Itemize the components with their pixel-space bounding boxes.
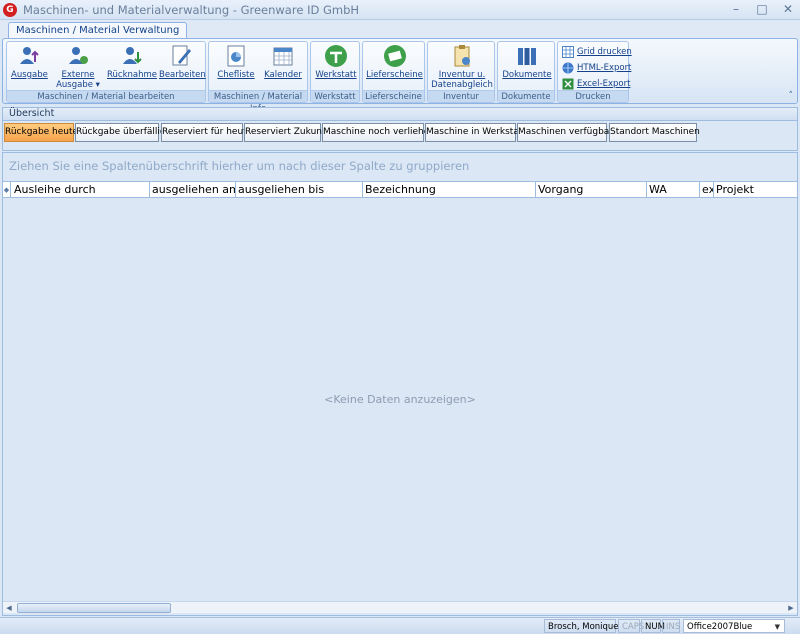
chefliste-label: Chefliste xyxy=(217,70,255,80)
externe-label: Externe xyxy=(61,70,95,80)
column-vorgang[interactable]: Vorgang xyxy=(536,182,647,198)
grid-print-icon xyxy=(562,46,574,58)
ruecknahme-button[interactable]: Rücknahme xyxy=(107,44,157,80)
group-by-panel[interactable]: Ziehen Sie eine Spaltenüberschrift hierh… xyxy=(9,159,469,173)
overview-quick-buttons: Rückgabe heute Rückgabe überfällig Reser… xyxy=(2,121,798,151)
rueckgabe-ueberfaellig-button[interactable]: Rückgabe überfällig xyxy=(75,123,166,142)
ribbon: Ausgabe Externe Ausgabe ▾ Rücknahme Bear… xyxy=(2,38,798,114)
group-dokumente: Dokumente Dokumente xyxy=(497,41,555,103)
person-external-icon xyxy=(69,47,88,64)
standort-maschinen-button[interactable]: Standort Maschinen xyxy=(609,123,700,142)
inventur-label-1: Inventur u. xyxy=(438,70,486,80)
group-bearbeiten: Ausgabe Externe Ausgabe ▾ Rücknahme Bear… xyxy=(6,41,206,103)
lieferscheine-button[interactable]: Lieferscheine xyxy=(366,44,423,80)
app-logo-icon[interactable]: G xyxy=(3,2,17,17)
delivery-note-icon xyxy=(383,45,406,67)
html-export-button[interactable]: HTML-Export xyxy=(562,60,631,76)
reserviert-zukunft-button[interactable]: Reserviert Zukunft xyxy=(244,123,329,142)
ribbon-collapse-icon[interactable]: ˄ xyxy=(789,91,794,101)
person-ruecknahme-icon xyxy=(123,47,142,64)
html-export-label: HTML-Export xyxy=(577,63,632,73)
status-ins: INS xyxy=(662,619,680,633)
calendar-icon xyxy=(273,47,293,66)
externe-ausgabe-button[interactable]: Externe Ausgabe ▾ xyxy=(55,44,101,90)
column-projekt[interactable]: Projekt xyxy=(714,182,797,198)
minimize-button[interactable]: – xyxy=(728,2,744,17)
maschinen-verfuegbar-button[interactable]: Maschinen verfügbar xyxy=(517,123,613,142)
group-inventur: Inventur u. Datenabgleich Inventur xyxy=(427,41,495,103)
kalender-label: Kalender xyxy=(264,70,302,80)
inventur-label-2: Datenabgleich xyxy=(431,80,493,90)
inventory-clipboard-icon xyxy=(454,45,470,67)
column-wa[interactable]: WA xyxy=(647,182,700,198)
close-button[interactable]: ✕ xyxy=(780,2,796,17)
horizontal-scrollbar[interactable]: ◀ ▶ xyxy=(3,601,797,613)
werkstatt-label: Werkstatt xyxy=(315,70,357,80)
maximize-button[interactable]: □ xyxy=(754,2,770,17)
scrollbar-thumb[interactable] xyxy=(17,603,171,613)
ausgabe-label: Ausgabe xyxy=(11,70,48,80)
scroll-right-icon[interactable]: ▶ xyxy=(785,602,797,614)
bearbeiten-label: Bearbeiten xyxy=(159,70,206,80)
group-info: Chefliste Kalender Maschinen / Material … xyxy=(208,41,308,114)
status-user: Brosch, Monique xyxy=(544,619,619,633)
excel-export-icon xyxy=(562,78,574,90)
reserviert-heute-button[interactable]: Reserviert für heute xyxy=(161,123,252,142)
tab-maschinen-material[interactable]: Maschinen / Material Verwaltung xyxy=(8,22,188,39)
rueckgabe-heute-button[interactable]: Rückgabe heute xyxy=(4,123,78,142)
status-caps: CAPS xyxy=(618,619,644,633)
data-grid: Ziehen Sie eine Spaltenüberschrift hierh… xyxy=(2,152,798,616)
scroll-left-icon[interactable]: ◀ xyxy=(3,602,15,614)
maschine-verliehen-button[interactable]: Maschine noch verliehen xyxy=(322,123,435,142)
group-lieferscheine-label: Lieferscheine xyxy=(363,90,424,102)
group-werkstatt-label: Werkstatt xyxy=(311,90,359,102)
status-num: NUM xyxy=(641,619,665,633)
ruecknahme-label: Rücknahme xyxy=(107,70,157,80)
column-ausgeliehen-bis[interactable]: ausgeliehen bis xyxy=(236,182,363,198)
excel-export-label: Excel-Export xyxy=(577,79,631,89)
column-bezeichnung[interactable]: Bezeichnung xyxy=(363,182,536,198)
grid-drucken-button[interactable]: Grid drucken xyxy=(562,44,632,60)
row-indicator-icon: ◆ xyxy=(3,182,11,198)
group-drucken-label: Drucken xyxy=(558,90,628,102)
group-bearbeiten-label: Maschinen / Material bearbeiten xyxy=(7,90,205,102)
ribbon-tab-strip: Maschinen / Material Verwaltung xyxy=(0,20,800,39)
tools-icon xyxy=(325,45,347,67)
column-ausgeliehen-am[interactable]: ausgeliehen am xyxy=(150,182,236,198)
externe-ausgabe-label: Ausgabe ▾ xyxy=(56,80,100,90)
dokumente-button[interactable]: Dokumente xyxy=(501,44,553,80)
html-export-icon xyxy=(562,62,574,74)
grid-header-row: ◆ Ausleihe durch ausgeliehen am ausgelie… xyxy=(3,181,797,198)
lieferscheine-label: Lieferscheine xyxy=(366,70,423,80)
group-lieferscheine: Lieferscheine Lieferscheine xyxy=(362,41,425,103)
edit-document-icon xyxy=(172,45,191,66)
column-ex[interactable]: ex xyxy=(700,182,714,198)
maschine-werkstatt-button[interactable]: Maschine in Werkstatt xyxy=(425,123,526,142)
window-title: Maschinen- und Materialverwaltung - Gree… xyxy=(23,2,360,17)
title-bar: G Maschinen- und Materialverwaltung - Gr… xyxy=(0,0,800,20)
kalender-button[interactable]: Kalender xyxy=(261,44,305,80)
grid-drucken-label: Grid drucken xyxy=(577,47,632,57)
bearbeiten-button[interactable]: Bearbeiten xyxy=(159,44,206,80)
report-chart-icon xyxy=(227,45,245,67)
group-info-label: Maschinen / Material Info xyxy=(209,90,307,114)
overview-panel-title: Übersicht xyxy=(2,107,798,121)
group-drucken: Grid drucken HTML-Export Excel-Export Dr… xyxy=(557,41,632,103)
group-inventur-label: Inventur xyxy=(428,90,494,102)
column-ausleihe-durch[interactable]: Ausleihe durch xyxy=(12,182,150,198)
binders-icon xyxy=(518,48,536,65)
werkstatt-button[interactable]: Werkstatt xyxy=(314,44,358,80)
group-werkstatt: Werkstatt Werkstatt xyxy=(310,41,360,103)
inventur-button[interactable]: Inventur u. Datenabgleich xyxy=(430,44,494,90)
dokumente-label: Dokumente xyxy=(502,70,552,80)
group-dokumente-label: Dokumente xyxy=(498,90,554,102)
ausgabe-button[interactable]: Ausgabe xyxy=(11,44,48,80)
theme-select[interactable]: Office2007Blue ▼ xyxy=(683,619,785,633)
chefliste-button[interactable]: Chefliste xyxy=(215,44,257,80)
chevron-down-icon: ▼ xyxy=(774,623,780,631)
status-bar: Brosch, Monique CAPS NUM INS Office2007B… xyxy=(0,617,800,634)
theme-select-value: Office2007Blue xyxy=(687,622,753,632)
empty-grid-message: <Keine Daten anzuzeigen> xyxy=(324,393,476,406)
person-ausgabe-icon xyxy=(20,47,39,64)
